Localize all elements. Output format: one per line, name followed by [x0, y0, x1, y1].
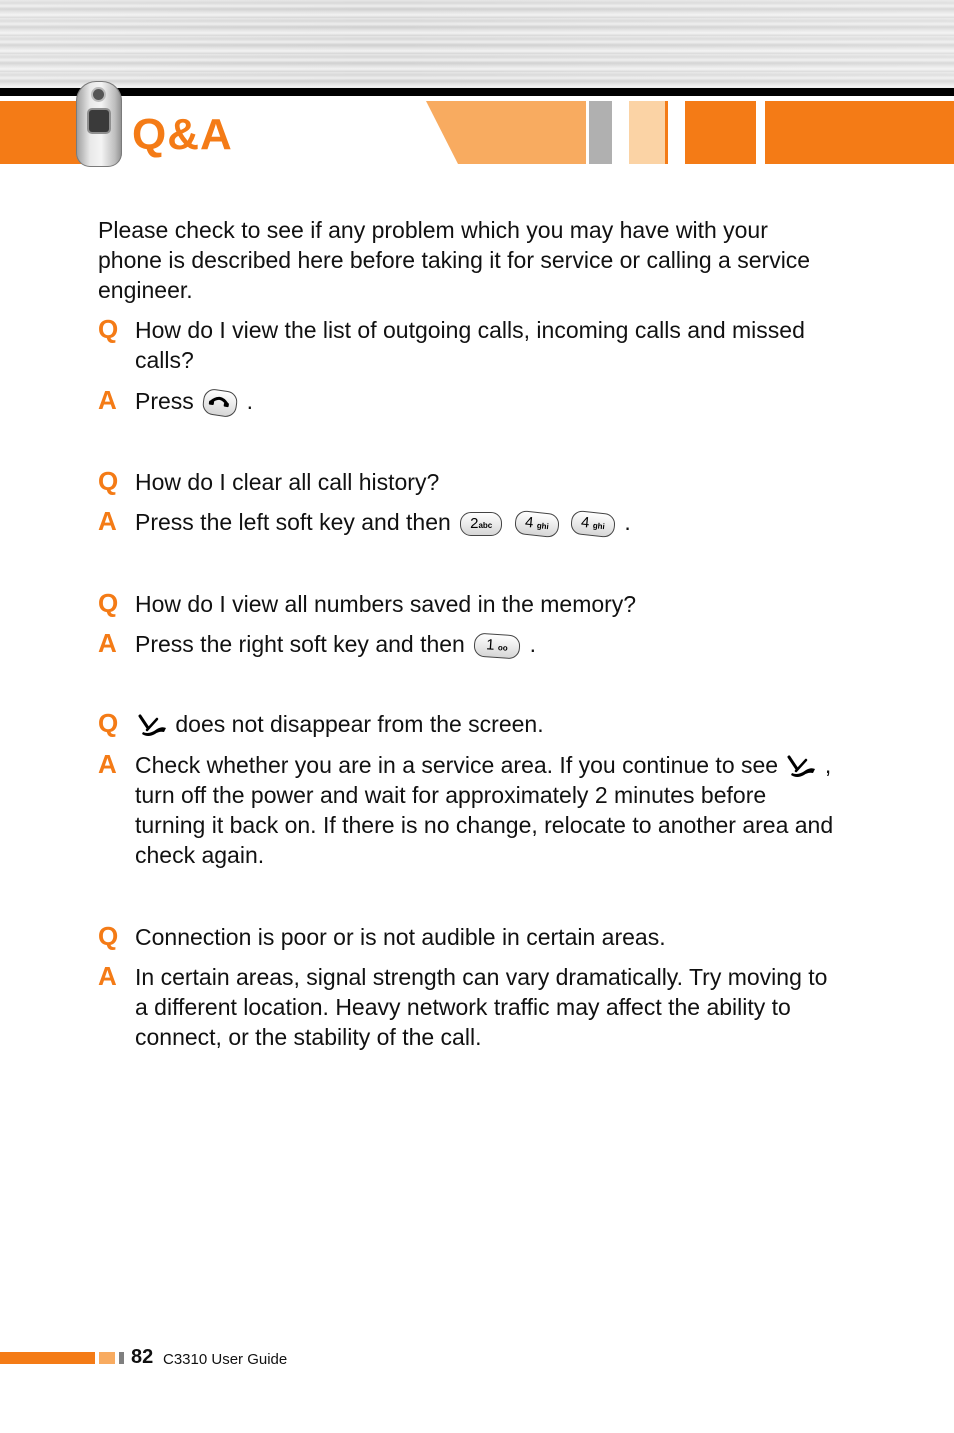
- header-bar-orange-2: [765, 101, 954, 164]
- guide-title: C3310 User Guide: [163, 1351, 288, 1368]
- answer-text: In certain areas, signal strength can va…: [135, 964, 828, 1050]
- no-service-icon: [138, 714, 166, 736]
- question-text-main: does not disappear from the screen.: [175, 711, 544, 737]
- key-2-abc-icon: 2abc: [460, 511, 503, 536]
- a-mark: A: [98, 961, 117, 991]
- header-bar-trapezoid: [426, 101, 586, 164]
- footer-bar-light: [99, 1352, 115, 1364]
- answer-text-before: Press the right soft key and then: [135, 631, 465, 657]
- question-text: Connection is poor or is not audible in …: [135, 924, 666, 950]
- answer-text-before: Press the left soft key and then: [135, 509, 451, 535]
- key-4-ghi-icon: 4 ghi: [569, 509, 617, 539]
- q-mark: Q: [98, 921, 119, 951]
- answer-text-after: .: [246, 388, 253, 414]
- key-1-voicemail-icon: 1 oo: [473, 632, 522, 660]
- answer-text: Check whether you are in a service area.…: [135, 750, 838, 870]
- a-mark: A: [98, 749, 117, 779]
- question-text: How do I clear all call history?: [135, 469, 440, 495]
- a-mark: A: [98, 628, 117, 658]
- qa-question-1: Q How do I view the list of outgoing cal…: [98, 315, 838, 375]
- page-title: Q&A: [132, 110, 233, 159]
- question-text: How do I view the list of outgoing calls…: [135, 317, 805, 373]
- header-banner: [0, 0, 954, 88]
- a-mark: A: [98, 506, 117, 536]
- q-mark: Q: [98, 466, 119, 496]
- header-bar-gray: [589, 101, 612, 164]
- qa-question-4: Q does not disappear from the screen.: [98, 709, 838, 739]
- qa-answer-5: A In certain areas, signal strength can …: [98, 962, 838, 1052]
- qa-answer-1: A Press .: [98, 385, 838, 419]
- question-text: does not disappear from the screen.: [135, 709, 838, 739]
- q-mark: Q: [98, 314, 119, 344]
- qa-answer-4: A Check whether you are in a service are…: [98, 750, 838, 870]
- qa-question-5: Q Connection is poor or is not audible i…: [98, 922, 838, 952]
- no-service-icon: [787, 755, 816, 777]
- header-bar-thin: [665, 101, 668, 164]
- qa-answer-2: A Press the left soft key and then 2abc …: [98, 506, 838, 539]
- answer-text-after: .: [624, 509, 631, 535]
- qa-question-3: Q How do I view all numbers saved in the…: [98, 589, 838, 619]
- page-number: 82: [131, 1346, 154, 1368]
- qa-answer-3: A Press the right soft key and then 1 oo…: [98, 628, 838, 660]
- phone-image: [76, 81, 122, 167]
- header-rule: [0, 88, 954, 96]
- q-mark: Q: [98, 708, 119, 738]
- header-bar-pale: [629, 101, 665, 164]
- a-mark: A: [98, 385, 117, 415]
- answer-text-before: Press: [135, 388, 194, 414]
- answer-text: Press the right soft key and then 1 oo .: [135, 629, 838, 660]
- intro-paragraph: Please check to see if any problem which…: [98, 217, 811, 303]
- phone-screen: [89, 110, 109, 132]
- answer-text-before: Check whether you are in a service area.…: [135, 752, 779, 778]
- qa-question-2: Q How do I clear all call history?: [98, 467, 838, 497]
- answer-text: Press .: [135, 386, 838, 419]
- send-key-icon: [201, 387, 239, 419]
- footer-bar-gray: [119, 1352, 124, 1364]
- answer-text: Press the left soft key and then 2abc 4 …: [135, 507, 838, 539]
- phone-camera: [93, 89, 104, 100]
- footer-bar-orange: [0, 1352, 95, 1364]
- answer-text-after: .: [529, 631, 537, 657]
- header-bar-orange-1: [685, 101, 756, 164]
- question-text: How do I view all numbers saved in the m…: [135, 591, 637, 617]
- key-4-ghi-icon: 4 ghi: [513, 509, 560, 539]
- q-mark: Q: [98, 588, 119, 618]
